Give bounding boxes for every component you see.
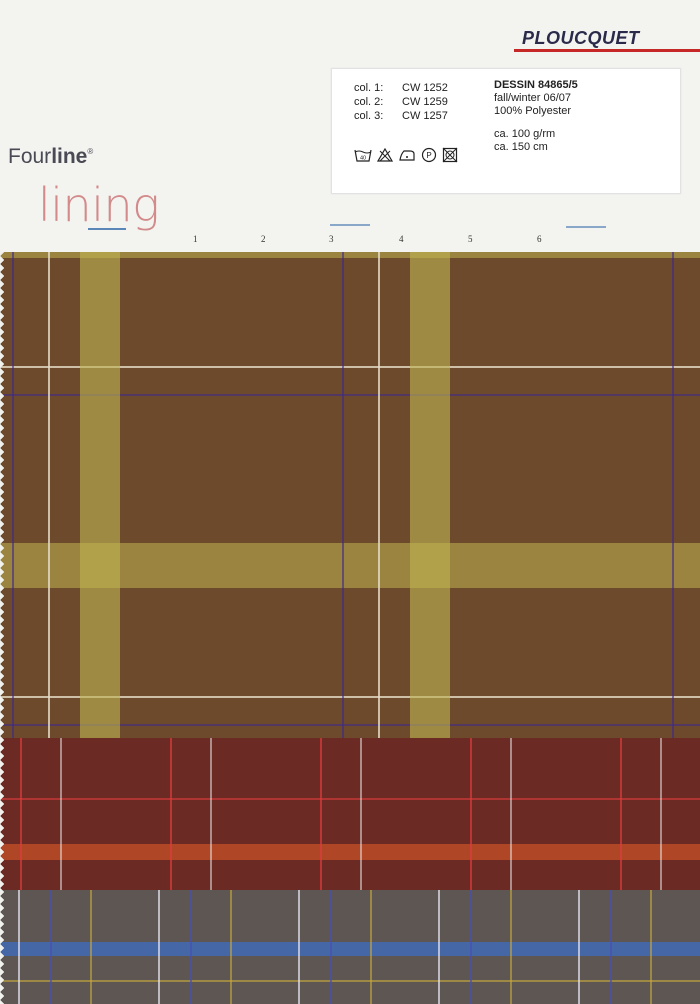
dryclean-p-icon: P [421, 147, 437, 163]
dessin-number: DESSIN 84865/5 [494, 79, 578, 91]
lining-wordmark: lining [38, 178, 160, 232]
brand-name: PLOUCQUET [522, 28, 640, 48]
svg-text:40: 40 [360, 156, 366, 162]
colorway-row: col. 3: CW 1257 [354, 110, 448, 122]
weight: ca. 100 g/rm [494, 128, 556, 140]
colorway-row: col. 2: CW 1259 [354, 96, 448, 108]
svg-text:P: P [426, 151, 431, 160]
fabric-label: col. 1: CW 1252 col. 2: CW 1259 col. 3: CW … [331, 68, 681, 194]
iron-low-icon [398, 148, 416, 162]
swatch-marker [330, 224, 370, 226]
lining-underline [88, 228, 126, 230]
width: ca. 150 cm [494, 141, 548, 153]
brand-underline [514, 49, 700, 52]
material: 100% Polyester [494, 105, 572, 117]
care-symbols: 40 P [354, 147, 458, 163]
wash-40-icon: 40 [354, 148, 372, 162]
fabric-swatch-col-3 [0, 890, 700, 1004]
colorway-row: col. 1: CW 1252 [354, 82, 448, 94]
fabric-specs: DESSIN 84865/5 fall/winter 06/07 100% Po… [494, 79, 578, 154]
season: fall/winter 06/07 [494, 92, 572, 104]
fourline-logo: Fourline® [8, 145, 94, 168]
no-tumble-dry-icon [442, 147, 458, 163]
sample-card-header: PLOUCQUET col. 1: CW 1252 col. 2: CW 1259 … [0, 0, 700, 252]
swatch-marker [566, 226, 606, 228]
fabric-swatch-col-2 [0, 738, 700, 890]
ruler-numbers: 1 2 3 4 5 6 [193, 234, 542, 244]
colorway-list: col. 1: CW 1252 col. 2: CW 1259 col. 3: CW … [354, 81, 448, 123]
no-bleach-icon [377, 148, 393, 162]
pinked-edge [0, 252, 8, 1004]
fabric-swatch-col-1 [0, 252, 700, 738]
